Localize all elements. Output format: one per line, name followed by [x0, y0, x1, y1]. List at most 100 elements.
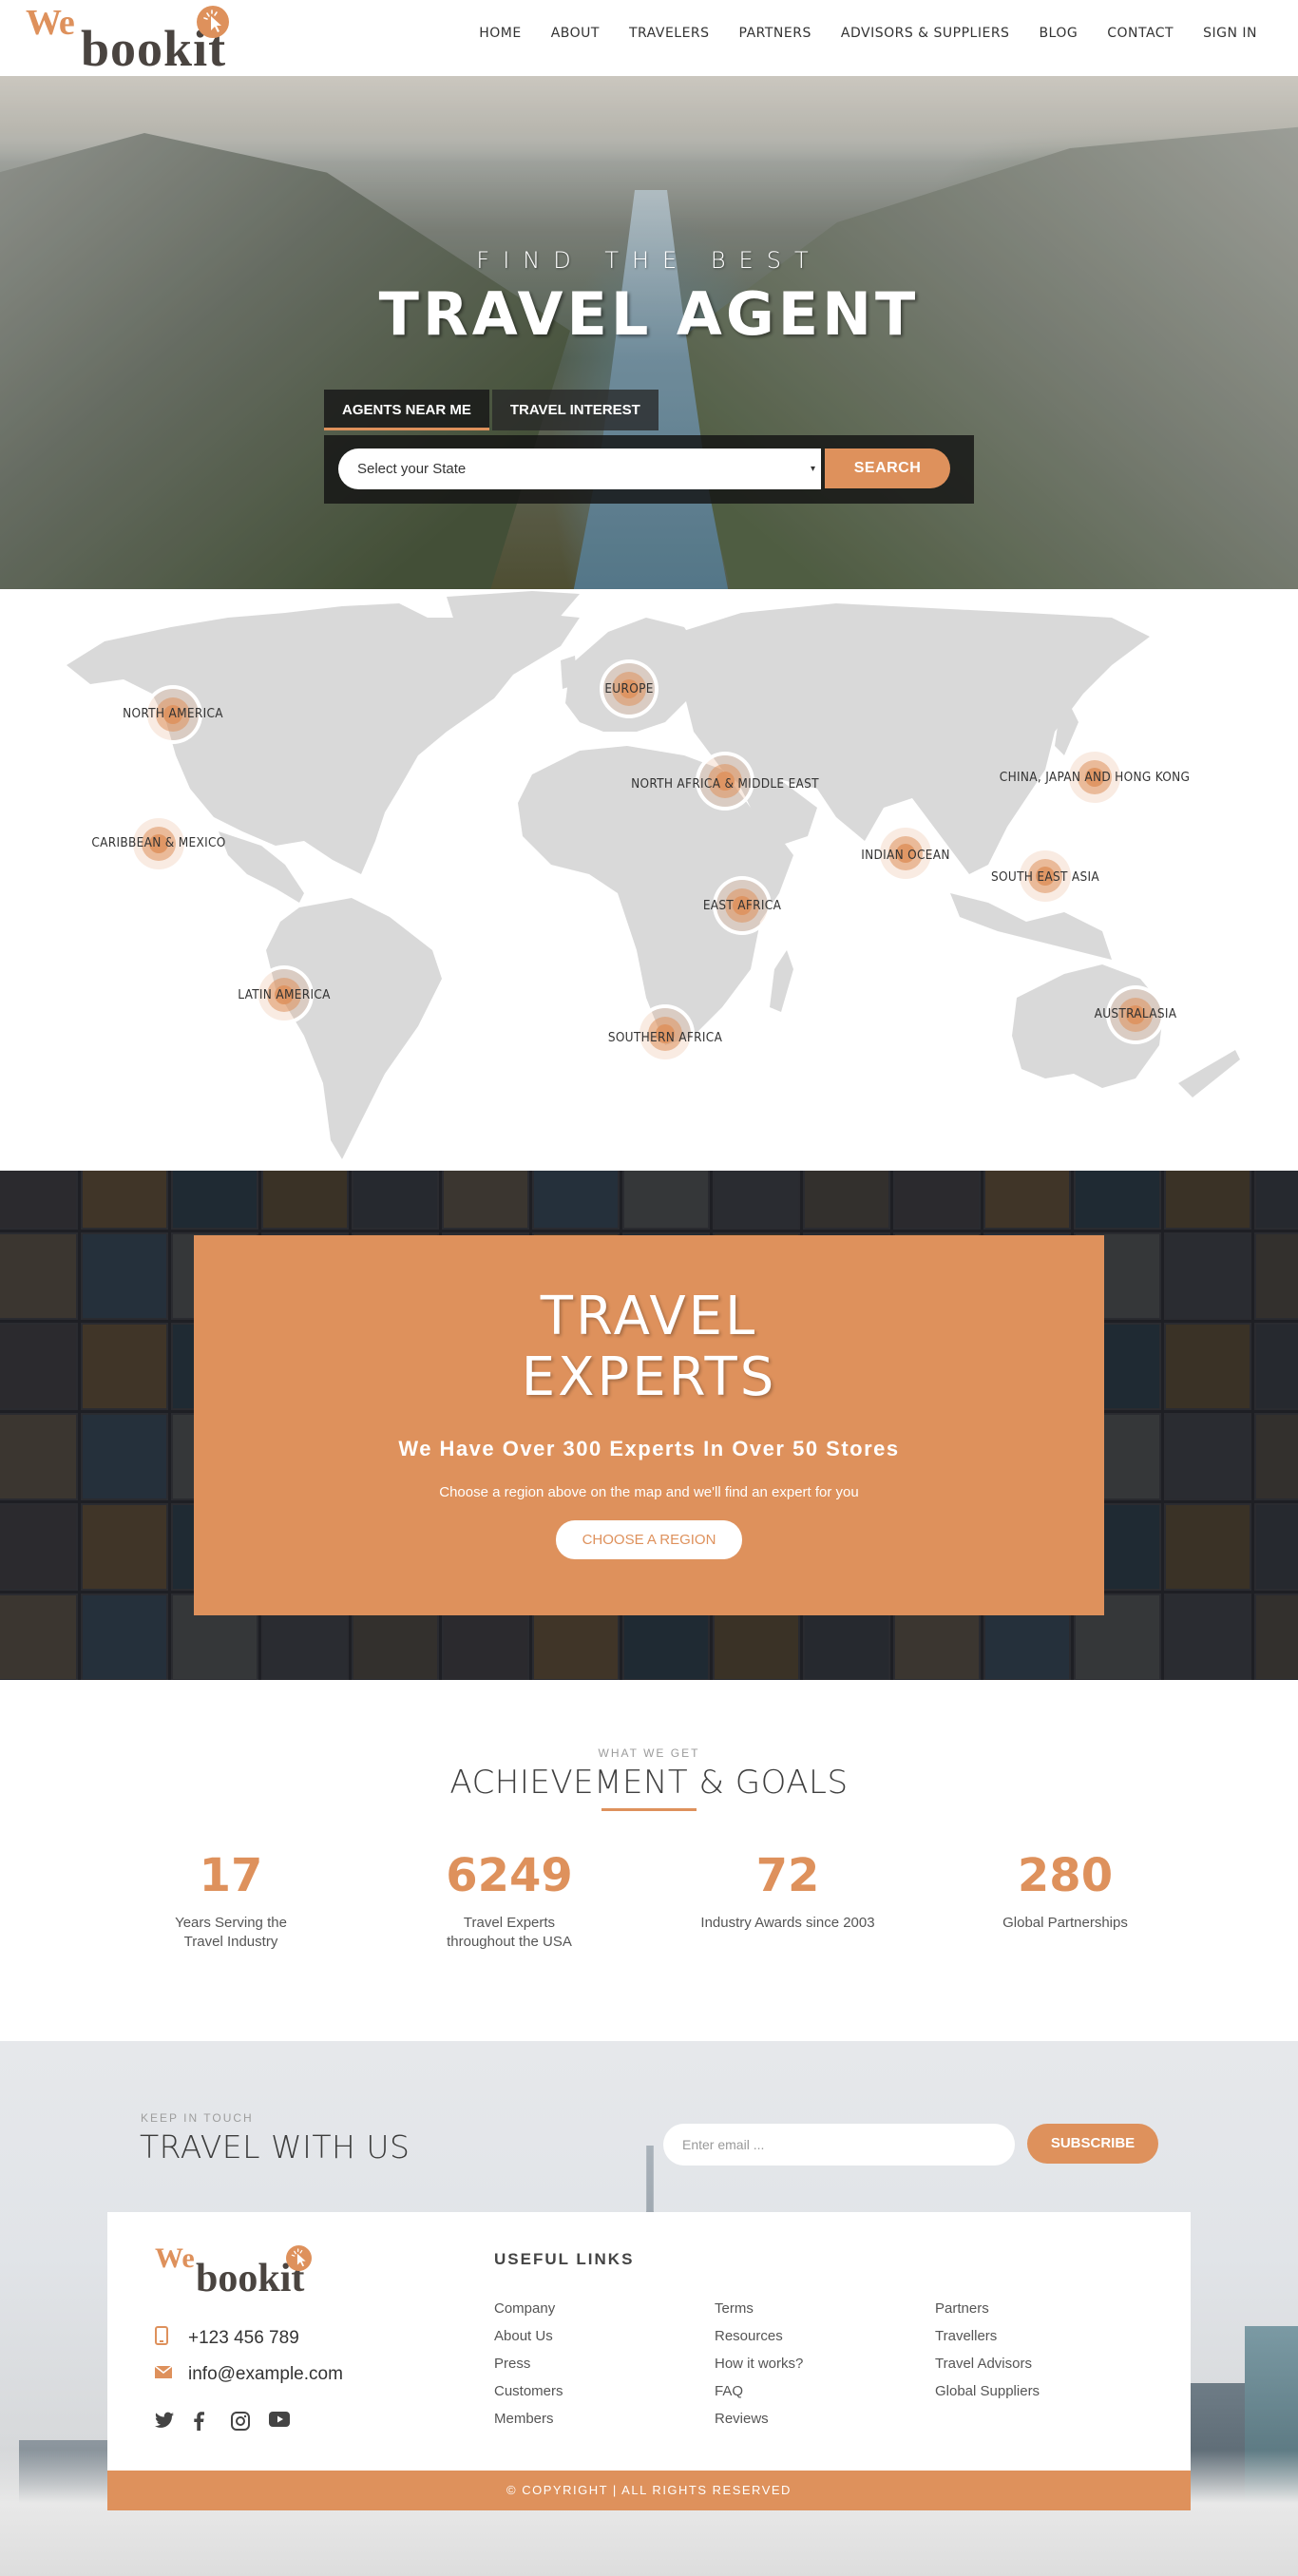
region-label[interactable]: EAST AFRICA — [703, 898, 781, 913]
region-label[interactable]: AUSTRALASIA — [1095, 1006, 1177, 1021]
footer-link-about-us[interactable]: About Us — [494, 2327, 563, 2355]
logo-we: We — [155, 2242, 195, 2274]
stat-label: Travel Experts throughout the USA — [447, 1915, 572, 1950]
search-panel: Select your State ▾ SEARCH — [324, 435, 974, 504]
main-nav: HOME ABOUT TRAVELERS PARTNERS ADVISORS &… — [479, 26, 1298, 41]
photo-tile — [1164, 1323, 1251, 1410]
footer-link-company[interactable]: Company — [494, 2299, 563, 2327]
photo-tile — [261, 1171, 349, 1230]
photo-tile — [1254, 1413, 1298, 1500]
photo-tile — [1254, 1323, 1298, 1410]
hero-section: FIND THE BEST TRAVEL AGENT AGENTS NEAR M… — [0, 76, 1298, 589]
experts-subtitle: We Have Over 300 Experts In Over 50 Stor… — [398, 1437, 900, 1460]
copyright-bar: © COPYRIGHT | ALL RIGHTS RESERVED — [107, 2471, 1191, 2510]
footer-link-how-it-works[interactable]: How it works? — [715, 2355, 803, 2382]
region-label[interactable]: CHINA, JAPAN AND HONG KONG — [1000, 770, 1190, 785]
region-label[interactable]: LATIN AMERICA — [238, 987, 330, 1002]
experts-card: TRAVEL EXPERTS We Have Over 300 Experts … — [194, 1235, 1104, 1615]
newsletter-title: TRAVEL WITH US — [140, 2128, 410, 2166]
region-label[interactable]: INDIAN OCEAN — [861, 848, 950, 863]
region-label[interactable]: NORTH AMERICA — [123, 706, 223, 721]
region-label[interactable]: NORTH AFRICA & MIDDLE EAST — [631, 776, 819, 792]
region-label[interactable]: EUROPE — [604, 681, 653, 696]
region-label[interactable]: CARIBBEAN & MEXICO — [91, 835, 225, 850]
newsletter-kicker: KEEP IN TOUCH — [141, 2111, 254, 2125]
phone-number[interactable]: +123 456 789 — [188, 2328, 299, 2349]
continent-madagascar — [770, 950, 793, 1012]
email-address[interactable]: info@example.com — [188, 2364, 343, 2385]
nav-home[interactable]: HOME — [479, 26, 521, 41]
footer-link-reviews[interactable]: Reviews — [715, 2410, 803, 2437]
nav-travelers[interactable]: TRAVELERS — [629, 26, 710, 41]
links-column-1: Company About Us Press Customers Members — [494, 2299, 563, 2437]
stat-years: 17 Years Serving the Travel Industry — [107, 1849, 354, 1952]
facebook-icon[interactable] — [193, 2412, 214, 2433]
photo-tile — [81, 1323, 168, 1410]
nav-blog[interactable]: BLOG — [1039, 26, 1078, 41]
photo-tile — [81, 1503, 168, 1591]
photo-tile — [1164, 1171, 1251, 1230]
stat-value: 72 — [755, 1849, 820, 1902]
continent-new-zealand — [1178, 1050, 1240, 1097]
footer-link-terms[interactable]: Terms — [715, 2299, 803, 2327]
photo-tile — [1254, 1503, 1298, 1591]
email-input[interactable] — [663, 2124, 1015, 2166]
chevron-down-icon: ▾ — [810, 464, 815, 474]
links-column-2: Terms Resources How it works? FAQ Review… — [715, 2299, 803, 2437]
footer-logo[interactable]: We bookit — [155, 2242, 345, 2300]
stat-label: Industry Awards since 2003 — [700, 1915, 875, 1931]
state-select[interactable]: Select your State ▾ — [338, 448, 821, 489]
choose-region-button[interactable]: CHOOSE A REGION — [556, 1520, 742, 1559]
title-underline — [601, 1808, 697, 1811]
world-map-section: NORTH AMERICA CARIBBEAN & MEXICO LATIN AME… — [0, 589, 1298, 1171]
tab-travel-interest[interactable]: TRAVEL INTEREST — [491, 390, 659, 430]
footer-link-press[interactable]: Press — [494, 2355, 563, 2382]
footer-link-faq[interactable]: FAQ — [715, 2382, 803, 2410]
footer-card: We bookit +123 456 789 info@example.com … — [107, 2212, 1191, 2471]
nav-sign-in[interactable]: SIGN IN — [1203, 26, 1257, 41]
footer-link-partners[interactable]: Partners — [935, 2299, 1040, 2327]
hero-title: TRAVEL AGENT — [378, 279, 920, 349]
region-label[interactable]: SOUTHERN AFRICA — [608, 1030, 722, 1045]
footer-link-members[interactable]: Members — [494, 2410, 563, 2437]
stat-value: 17 — [199, 1849, 263, 1902]
photo-tile — [0, 1413, 78, 1500]
stat-experts: 6249 Travel Experts throughout the USA — [386, 1849, 633, 1952]
hero-kicker: FIND THE BEST — [476, 247, 822, 274]
logo[interactable]: We bookit — [26, 2, 254, 77]
twitter-icon[interactable] — [155, 2412, 176, 2433]
nav-advisors-suppliers[interactable]: ADVISORS & SUPPLIERS — [841, 26, 1010, 41]
subscribe-button[interactable]: SUBSCRIBE — [1027, 2124, 1158, 2164]
instagram-icon[interactable] — [231, 2412, 252, 2433]
footer-link-travellers[interactable]: Travellers — [935, 2327, 1040, 2355]
achievements-kicker: WHAT WE GET — [598, 1746, 700, 1760]
search-button[interactable]: SEARCH — [825, 448, 950, 488]
stat-value: 280 — [1017, 1849, 1114, 1902]
region-label[interactable]: SOUTH EAST ASIA — [991, 869, 1099, 885]
social-links — [155, 2412, 307, 2433]
photo-tile — [0, 1503, 78, 1591]
stat-awards: 72 Industry Awards since 2003 — [664, 1849, 911, 1933]
photo-tile — [1254, 1232, 1298, 1320]
links-column-3: Partners Travellers Travel Advisors Glob… — [935, 2299, 1040, 2410]
youtube-icon[interactable] — [269, 2412, 290, 2433]
stat-label: Global Partnerships — [1002, 1915, 1128, 1931]
travel-experts-section: TRAVEL EXPERTS We Have Over 300 Experts … — [0, 1171, 1298, 1680]
footer-link-global-suppliers[interactable]: Global Suppliers — [935, 2382, 1040, 2410]
nav-contact[interactable]: CONTACT — [1107, 26, 1174, 41]
footer-link-travel-advisors[interactable]: Travel Advisors — [935, 2355, 1040, 2382]
photo-tile — [983, 1171, 1071, 1230]
photo-tile — [803, 1171, 890, 1230]
stat-value: 6249 — [446, 1849, 573, 1902]
footer-link-resources[interactable]: Resources — [715, 2327, 803, 2355]
photo-tile — [81, 1171, 168, 1230]
photo-tile — [0, 1323, 78, 1410]
nav-about[interactable]: ABOUT — [551, 26, 600, 41]
nav-partners[interactable]: PARTNERS — [739, 26, 811, 41]
contact-phone: +123 456 789 — [155, 2326, 299, 2350]
photo-tile — [171, 1171, 258, 1230]
footer-link-customers[interactable]: Customers — [494, 2382, 563, 2410]
tab-agents-near-me[interactable]: AGENTS NEAR ME — [324, 390, 489, 430]
photo-tile — [1164, 1232, 1251, 1320]
photo-tile — [1164, 1593, 1251, 1680]
